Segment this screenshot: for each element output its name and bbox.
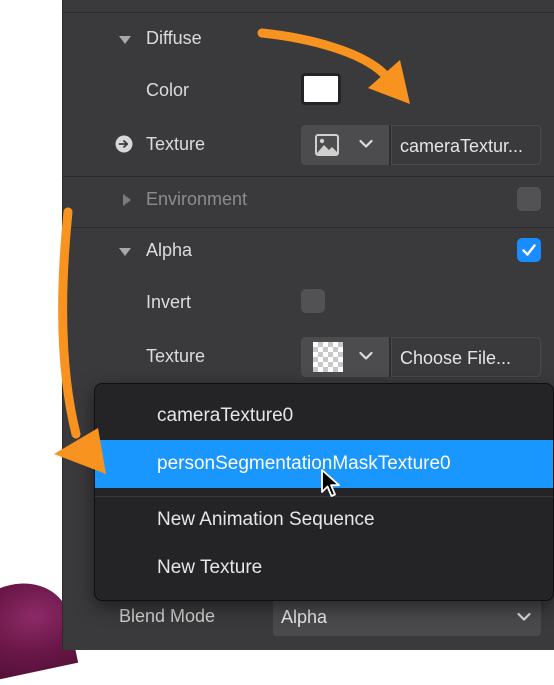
annotation-arrows xyxy=(54,28,410,474)
